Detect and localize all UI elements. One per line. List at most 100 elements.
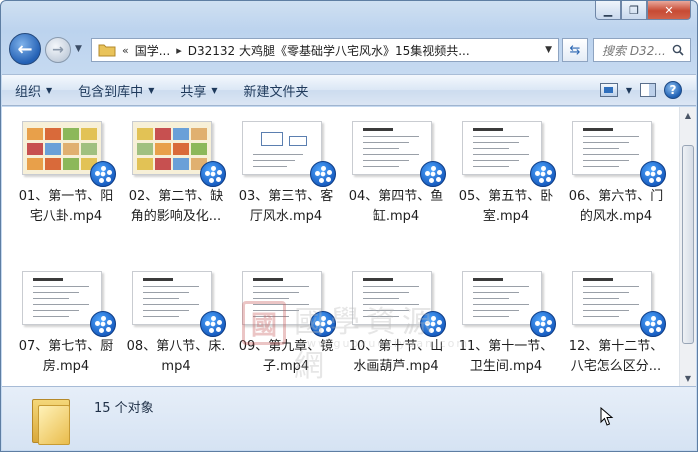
video-thumbnail [22, 121, 116, 187]
file-name-line: 06、第六节、门 [568, 189, 664, 204]
minimize-button[interactable]: ▁ [595, 1, 621, 20]
file-name-line: 07、第七节、厨 [18, 339, 114, 354]
file-name: 07、第七节、厨 房.mp4 [12, 337, 120, 377]
view-controls: ▼ ? [599, 81, 696, 99]
scroll-thumb[interactable] [682, 145, 694, 344]
file-name-line: 03、第三节、客 [238, 189, 334, 204]
file-item[interactable]: 07、第七节、厨 房.mp4 [12, 269, 120, 386]
file-name-line: 09、第九章、镜 [238, 339, 334, 354]
video-file-icon [90, 161, 116, 187]
address-prefix[interactable]: « [122, 44, 129, 57]
address-dropdown-icon[interactable]: ▼ [545, 45, 552, 55]
file-item[interactable]: 01、第一节、阳 宅八卦.mp4 [12, 119, 120, 249]
file-name: 04、第四节、鱼 缸.mp4 [342, 187, 450, 227]
video-thumbnail [22, 271, 116, 337]
video-file-icon [640, 161, 666, 187]
share-label: 共享 [180, 84, 207, 100]
video-thumbnail [462, 121, 556, 187]
file-name-line: 11、第十一节、 [458, 339, 554, 354]
include-in-library-button[interactable]: 包含到库中 ▼ [65, 75, 167, 105]
file-item[interactable]: 12、第十二节、 八宅怎么区分... [562, 269, 670, 386]
folder-icon [32, 395, 70, 445]
thumbnail-image [132, 271, 212, 325]
file-item[interactable]: 10、第十节、山 水画葫芦.mp4 [342, 269, 450, 386]
file-item[interactable]: 04、第四节、鱼 缸.mp4 [342, 119, 450, 249]
help-icon[interactable]: ? [664, 81, 682, 99]
scroll-down-icon[interactable]: ▼ [680, 370, 696, 386]
back-arrow-icon[interactable]: ← [9, 33, 41, 65]
file-item[interactable]: 06、第六节、门 的风水.mp4 [562, 119, 670, 249]
file-name: 05、第五节、卧 室.mp4 [452, 187, 560, 227]
video-thumbnail [572, 121, 666, 187]
video-thumbnail [132, 121, 226, 187]
thumbnail-image [242, 271, 322, 325]
video-file-icon [530, 311, 556, 337]
file-item[interactable]: 09、第九章、镜 子.mp4 [232, 269, 340, 386]
refresh-button[interactable]: ⇆ [562, 38, 588, 62]
share-button[interactable]: 共享 ▼ [167, 75, 230, 105]
video-thumbnail [132, 271, 226, 337]
file-name-line: 宅八卦.mp4 [29, 209, 103, 224]
file-name: 09、第九章、镜 子.mp4 [232, 337, 340, 377]
thumbnail-image [132, 121, 212, 175]
organize-label: 组织 [15, 84, 42, 100]
search-icon [672, 44, 684, 56]
video-file-icon [200, 311, 226, 337]
include-library-label: 包含到库中 [78, 84, 144, 100]
file-name: 06、第六节、门 的风水.mp4 [562, 187, 670, 227]
view-options-dropdown[interactable]: ▼ [626, 86, 632, 95]
restore-button[interactable]: ❐ [621, 1, 647, 20]
breadcrumb-parent[interactable]: 国学... [135, 42, 170, 59]
breadcrumb-separator-icon[interactable]: ▸ [176, 44, 182, 57]
file-item[interactable]: 03、第三节、客 厅风水.mp4 [232, 119, 340, 249]
forward-arrow-icon[interactable]: → [45, 37, 71, 63]
thumbnail-image [572, 121, 652, 175]
organize-button[interactable]: 组织 ▼ [2, 75, 65, 105]
file-name-line: 08、第八节、床. [126, 339, 226, 354]
file-name: 12、第十二节、 八宅怎么区分... [562, 337, 670, 377]
thumbnail-image [572, 271, 652, 325]
video-thumbnail [352, 121, 446, 187]
video-file-icon [420, 161, 446, 187]
file-name-line: 04、第四节、鱼 [348, 189, 444, 204]
vertical-scrollbar[interactable]: ▲ ▼ [679, 107, 696, 386]
file-name-line: 10、第十节、山 [348, 339, 444, 354]
chevron-down-icon: ▼ [148, 85, 155, 95]
search-input[interactable]: 搜索 D32... [593, 38, 691, 62]
file-item[interactable]: 02、第二节、缺 角的影响及化... [122, 119, 230, 249]
address-bar[interactable]: « 国学... ▸ D32132 大鸡腿《零基础学八宅风水》15集视频共... … [91, 38, 559, 62]
file-name-line: 厅风水.mp4 [249, 209, 323, 224]
file-item[interactable]: 05、第五节、卧 室.mp4 [452, 119, 560, 249]
file-name-line: 的风水.mp4 [579, 209, 653, 224]
file-name-line: 01、第一节、阳 [18, 189, 114, 204]
video-file-icon [530, 161, 556, 187]
recent-pages-dropdown[interactable]: ▼ [75, 44, 82, 54]
chevron-down-icon: ▼ [46, 85, 53, 95]
scroll-up-icon[interactable]: ▲ [680, 107, 696, 123]
video-thumbnail [242, 271, 336, 337]
mouse-cursor-icon [600, 407, 614, 426]
close-button[interactable]: ✕ [647, 1, 691, 20]
file-name: 03、第三节、客 厅风水.mp4 [232, 187, 340, 227]
file-name: 02、第二节、缺 角的影响及化... [122, 187, 230, 227]
file-item[interactable]: 11、第十一节、 卫生间.mp4 [452, 269, 560, 386]
file-item[interactable]: 08、第八节、床. mp4 [122, 269, 230, 386]
file-name-line: 八宅怎么区分... [570, 359, 662, 374]
new-folder-button[interactable]: 新建文件夹 [231, 75, 322, 105]
thumbnail-image [352, 121, 432, 175]
video-file-icon [310, 311, 336, 337]
breadcrumb-current[interactable]: D32132 大鸡腿《零基础学八宅风水》15集视频共... [188, 42, 470, 59]
caption-buttons: ▁ ❐ ✕ [595, 1, 691, 21]
file-name-line: 室.mp4 [482, 209, 530, 224]
thumbnail-image [462, 121, 542, 175]
video-file-icon [310, 161, 336, 187]
file-list-area[interactable]: 01、第一节、阳 宅八卦.mp4 02、第二节、缺 角的影响及化... 03、第三节、客… [2, 107, 679, 386]
preview-pane-icon[interactable] [640, 83, 656, 97]
change-view-icon[interactable] [599, 83, 618, 97]
file-name-line: 缸.mp4 [372, 209, 420, 224]
refresh-icon: ⇆ [569, 42, 581, 58]
file-name-line: 子.mp4 [262, 359, 310, 374]
file-name-line: 角的影响及化... [130, 209, 222, 224]
folder-icon [98, 44, 116, 57]
thumbnail-image [352, 271, 432, 325]
